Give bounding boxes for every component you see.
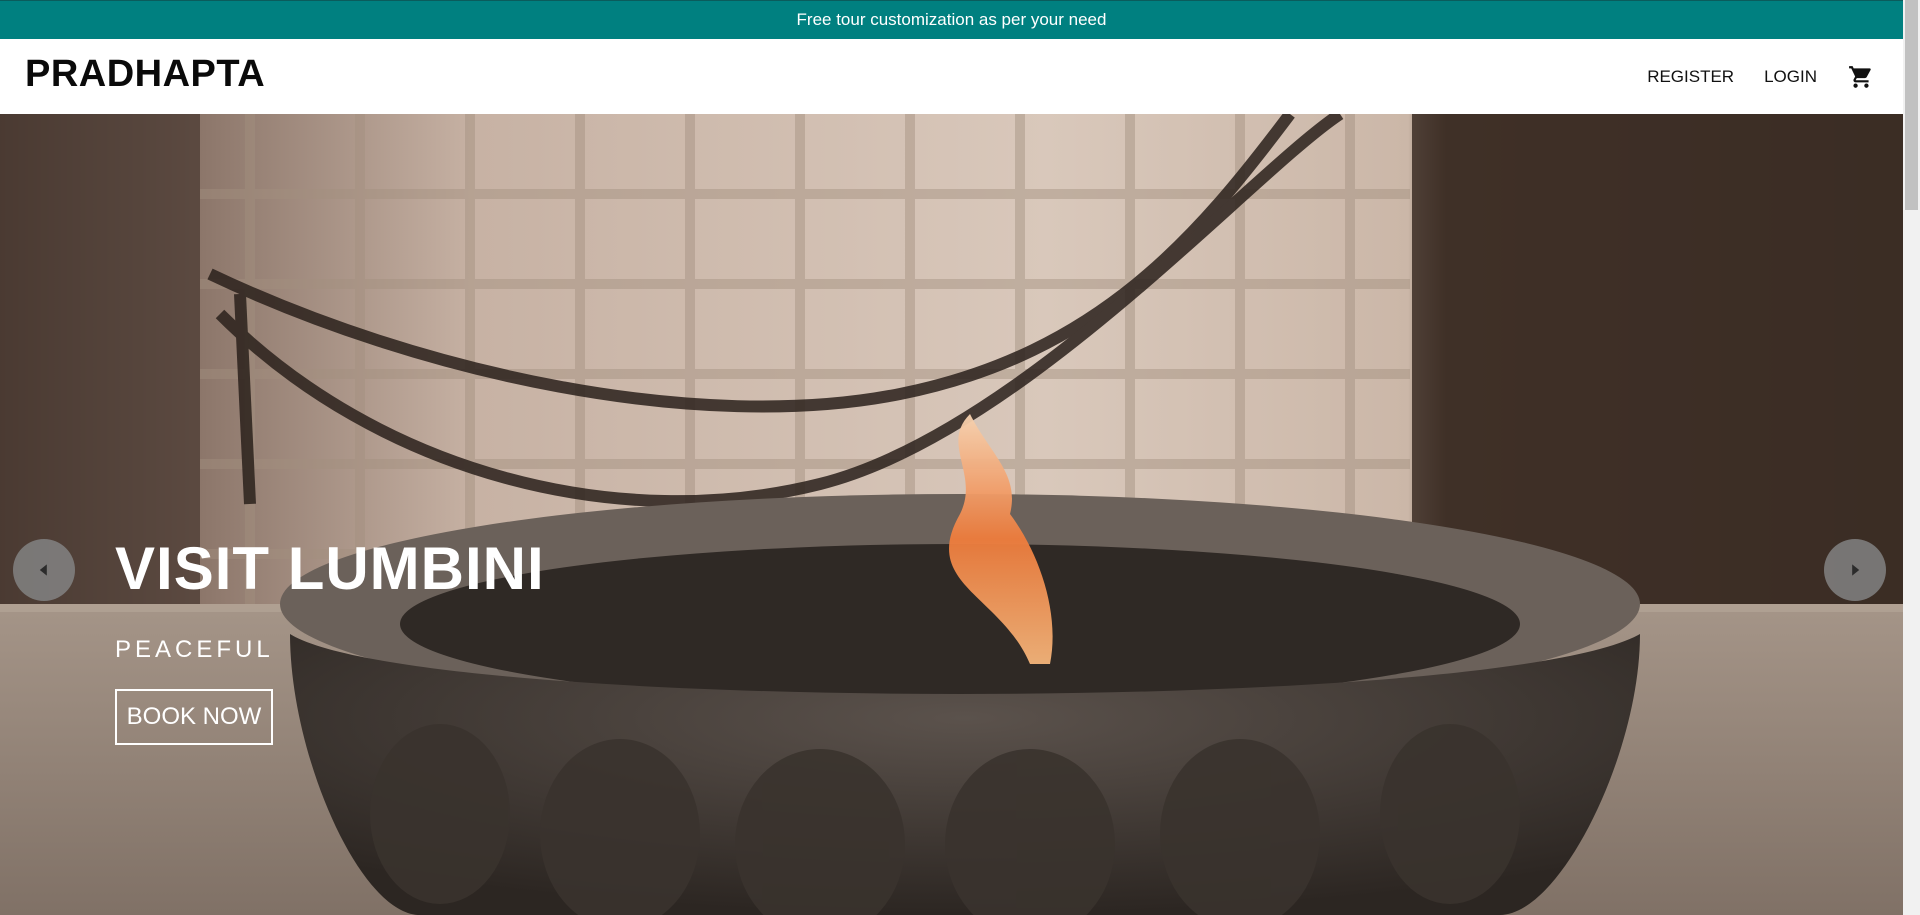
carousel-next-button[interactable] [1824,539,1886,601]
shopping-cart-icon[interactable] [1847,63,1875,91]
carousel-prev-button[interactable] [13,539,75,601]
scrollbar-thumb[interactable] [1905,0,1918,210]
hero-carousel: VISIT LUMBINI PEACEFUL BOOK NOW [0,114,1903,915]
nav-actions: REGISTER LOGIN [1617,39,1875,114]
announcement-text: Free tour customization as per your need [796,10,1107,29]
hero-background-image [0,114,1903,915]
book-now-button[interactable]: BOOK NOW [115,689,273,745]
chevron-right-icon [1852,564,1860,576]
announcement-bar: Free tour customization as per your need [0,0,1903,39]
hero-title: VISIT LUMBINI [115,535,545,602]
page: Free tour customization as per your need… [0,0,1903,915]
page-scrollbar[interactable] [1903,0,1920,915]
login-link[interactable]: LOGIN [1764,67,1817,87]
site-logo[interactable]: PRADHAPTA [25,53,265,96]
hero-subtitle: PEACEFUL [115,636,274,663]
navbar: PRADHAPTA REGISTER LOGIN [0,39,1903,114]
chevron-left-icon [39,564,47,576]
register-link[interactable]: REGISTER [1647,67,1734,87]
